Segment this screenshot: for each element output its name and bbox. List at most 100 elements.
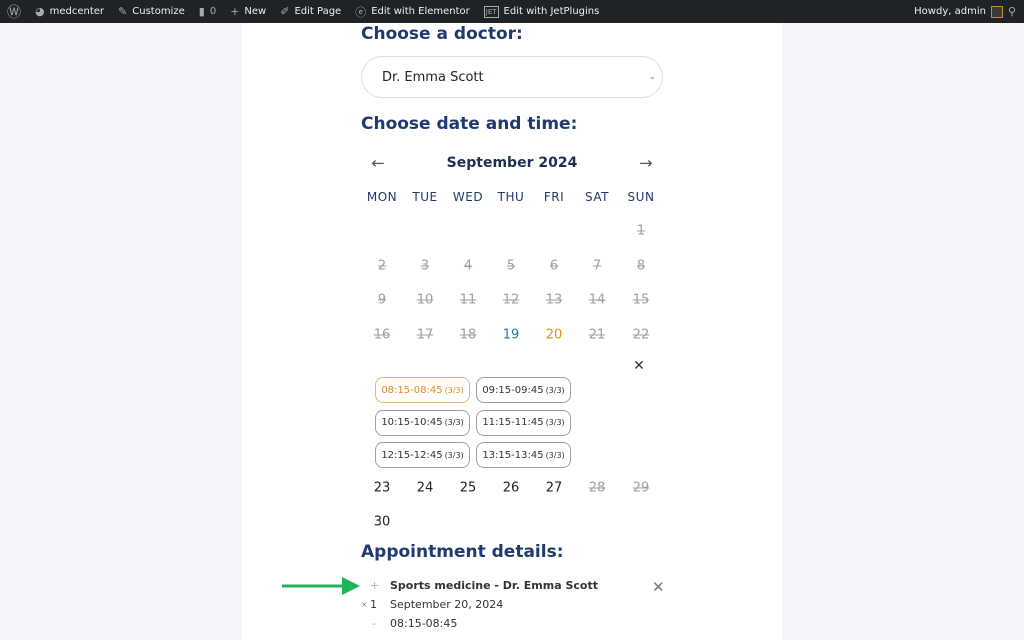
slot-time: 12:15-12:45 [381,449,443,461]
prev-month-arrow-icon[interactable]: ← [371,154,384,173]
calendar-day: 17 [416,327,434,343]
time-slot-button[interactable]: 13:15-13:45 (3/3) [476,442,571,468]
calendar-day[interactable]: 26 [503,481,520,496]
calendar-day: 15 [632,292,650,308]
slot-capacity: (3/3) [444,450,464,460]
plus-icon[interactable]: + [370,579,379,592]
calendar-day[interactable]: 19 [503,328,520,343]
wordpress-icon: Ⓦ [7,4,21,21]
comments-count: 0 [209,6,217,17]
avatar [990,5,1003,18]
calendar-day: 18 [459,327,477,343]
calendar-day: 9 [377,292,387,308]
plus-icon: + [230,5,240,18]
quantity: 1 [370,598,377,611]
customize-link[interactable]: ✎ Customize [111,5,192,18]
calendar-day: 13 [545,292,563,308]
calendar-day: 28 [588,480,606,496]
calendar-day: 21 [588,327,606,343]
weekday-label: MON [366,190,398,204]
edit-page-link[interactable]: ✐ Edit Page [273,5,348,18]
calendar-day[interactable]: 20 [546,328,563,343]
pencil-icon: ✐ [280,5,290,18]
slot-capacity: (3/3) [545,418,565,427]
calendar-day[interactable]: 27 [546,481,563,496]
comment-icon: ▮ [198,5,205,18]
wordpress-logo-button[interactable]: Ⓦ [0,2,28,22]
doctor-selected: Dr. Emma Scott [382,69,484,85]
calendar-day: 5 [506,258,516,274]
time-slot-button[interactable]: 10:15-10:45 (3/3) [375,409,470,436]
calendar-month: September 2024 [446,155,578,171]
calendar-day: 10 [416,292,434,308]
brush-icon: ✎ [118,5,128,18]
comments-link[interactable]: ▮ 0 [192,5,223,18]
jetplugins-link[interactable]: JET Edit with JetPlugins [477,5,607,18]
details-heading: Appointment details: [361,542,564,562]
calendar-day: 16 [373,327,391,343]
new-link[interactable]: + New [223,5,273,18]
green-arrow-annotation [282,577,360,595]
account-menu[interactable]: Howdy, admin ⚲ [914,0,1016,23]
calendar-day[interactable]: 24 [417,481,434,496]
weekday-label: FRI [543,190,565,204]
site-name-link[interactable]: ◕ medcenter [28,5,111,18]
calendar-day: 14 [588,292,606,308]
site-name: medcenter [49,6,105,17]
jet-icon: JET [483,5,499,18]
calendar-day: 3 [420,258,430,274]
edit-page-label: Edit Page [294,6,342,17]
calendar-day: 12 [502,292,520,308]
slot-time: 11:15-11:45 [482,417,544,428]
weekday-label: TUE [412,190,438,204]
search-icon[interactable]: ⚲ [1008,5,1016,18]
appointment-date: September 20, 2024 [390,598,504,611]
jetplugins-label: Edit with JetPlugins [503,6,600,17]
weekday-label: SAT [585,190,609,204]
new-label: New [244,6,267,17]
time-slot-button[interactable]: 09:15-09:45 (3/3) [476,377,571,403]
slot-capacity: (3/3) [545,385,565,395]
slot-capacity: (3/3) [545,450,565,460]
chevron-down-icon: ⌄ [648,72,656,82]
weekday-label: THU [497,190,525,204]
weekday-label: SUN [627,190,655,204]
calendar-day: 4 [463,258,473,274]
dashboard-icon: ◕ [35,5,45,18]
next-month-arrow-icon[interactable]: → [639,154,652,173]
appointment-time: 08:15-08:45 [390,617,458,630]
howdy-label: Howdy, admin [914,6,986,17]
time-slot-button[interactable]: 11:15-11:45 (3/3) [476,409,571,436]
slot-time: 08:15-08:45 [381,384,443,396]
doctor-select[interactable]: Dr. Emma Scott ⌄ [361,56,663,98]
slot-capacity: (3/3) [444,418,464,427]
slot-time: 10:15-10:45 [381,417,443,428]
calendar-day: 2 [377,258,387,274]
elementor-link[interactable]: ⓔ Edit with Elementor [348,4,477,20]
calendar-day: 6 [549,258,559,274]
elementor-icon: ⓔ [355,5,367,19]
calendar-day: 7 [592,258,602,274]
slot-time: 09:15-09:45 [482,384,544,396]
slot-time: 13:15-13:45 [482,449,544,461]
admin-bar: Ⓦ ◕ medcenter ✎ Customize ▮ 0 + New ✐ Edit Pa… [0,0,1024,23]
calendar-day[interactable]: 30 [374,515,391,530]
calendar-day: 22 [632,327,650,343]
calendar-day: 11 [459,292,477,308]
calendar-day[interactable]: 23 [374,481,391,496]
slot-capacity: (3/3) [444,385,464,395]
minus-icon[interactable]: - [372,617,376,630]
doctor-heading: Choose a doctor: [361,24,523,44]
elementor-label: Edit with Elementor [371,6,470,17]
calendar-day[interactable]: 25 [460,481,477,496]
close-slots-icon[interactable]: ✕ [633,358,645,374]
calendar-day: 8 [636,258,646,274]
service-name: Sports medicine - Dr. Emma Scott [390,579,598,592]
times-icon: × [361,600,368,609]
time-slot-button[interactable]: 12:15-12:45 (3/3) [375,442,470,468]
time-slot-button[interactable]: 08:15-08:45 (3/3) [375,377,470,403]
remove-icon[interactable]: ✕ [652,578,665,596]
calendar-day: 29 [632,480,650,496]
date-time-heading: Choose date and time: [361,114,578,134]
weekday-label: WED [452,190,484,204]
